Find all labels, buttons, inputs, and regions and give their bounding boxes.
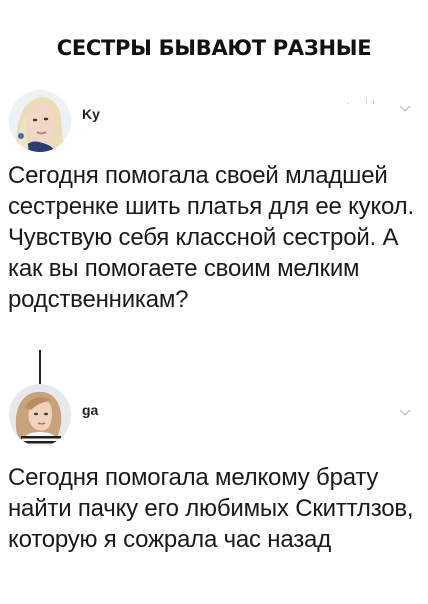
blonde-woman-avatar-image — [9, 90, 71, 152]
tweet-text: Сегодня помогала мелкому брату найти пач… — [8, 464, 414, 553]
avatar[interactable] — [9, 90, 71, 152]
chevron-down-icon[interactable] — [398, 408, 412, 418]
meme-headline: СЕСТРЫ БЫВАЮТ РАЗНЫЕ — [56, 36, 372, 60]
thread-connector-line — [39, 350, 41, 384]
username[interactable]: Ky — [82, 106, 100, 122]
username[interactable]: ga — [82, 402, 98, 418]
chevron-down-icon[interactable] — [398, 104, 412, 114]
tweet-text: Сегодня помогала своей младшей сестренке… — [8, 162, 414, 313]
image-artifact — [347, 98, 374, 104]
avatar[interactable] — [9, 384, 71, 446]
woman-striped-shirt-avatar-image — [9, 384, 71, 446]
